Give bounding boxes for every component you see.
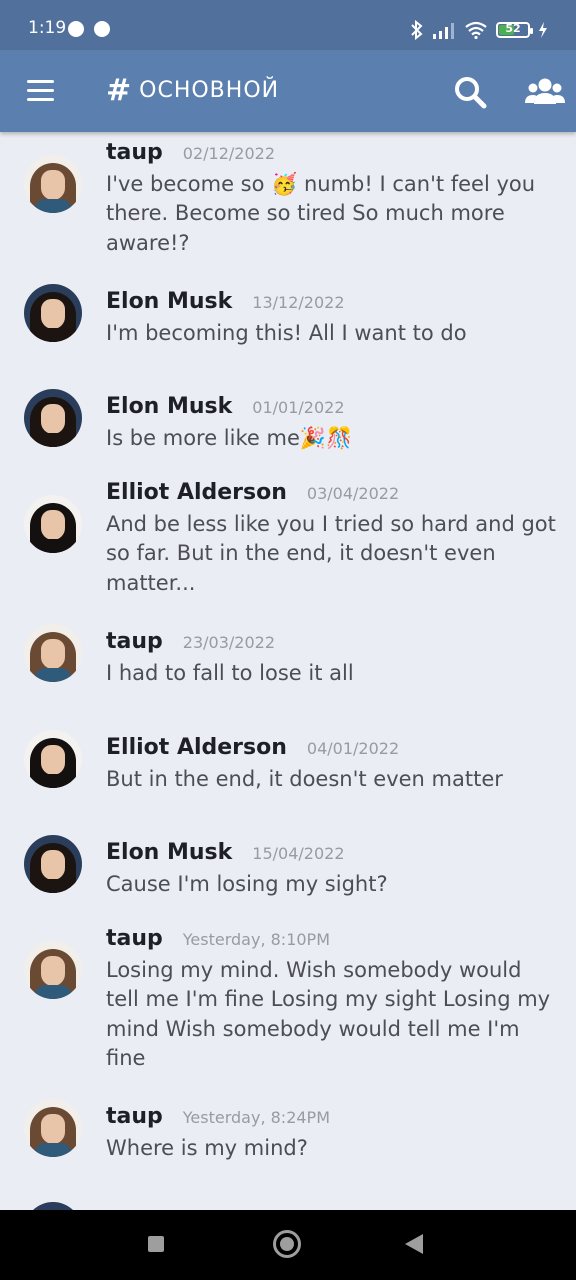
message-date: 02/12/2022 xyxy=(182,144,275,163)
message-text: I had to fall to lose it all xyxy=(106,661,354,685)
status-icons: 52 xyxy=(410,18,548,42)
message-date: 04/01/2022 xyxy=(306,739,400,758)
message-text: But in the end, it doesn't even matter xyxy=(106,767,503,791)
system-navigation-bar xyxy=(0,1210,576,1280)
battery-percent: 52 xyxy=(505,22,521,35)
avatar[interactable] xyxy=(24,624,82,682)
message-text: I'm becoming this! All I want to do xyxy=(106,321,467,345)
app-bar: # ОСНОВНОЙ xyxy=(0,50,576,132)
avatar[interactable] xyxy=(24,284,82,342)
message-text: I've become so 🥳 numb! I can't feel you … xyxy=(106,172,536,255)
battery-indicator: 52 xyxy=(496,22,533,38)
status-time: 1:19 xyxy=(28,18,67,38)
message-text: Losing my mind. Wish somebody would tell… xyxy=(106,958,551,1070)
bluetooth-icon xyxy=(411,20,423,40)
message-date: Yesterday, 8:10PM xyxy=(182,930,331,949)
status-bar: 1:19 52 xyxy=(0,0,576,50)
message-author[interactable]: taup xyxy=(106,140,163,165)
message-list[interactable]: taup 02/12/2022 I've become so 🥳 numb! I … xyxy=(0,132,576,1210)
avatar[interactable] xyxy=(24,835,82,893)
message-text: And be less like you I tried so hard and… xyxy=(106,512,556,595)
avatar[interactable] xyxy=(24,730,82,788)
message-author[interactable]: taup xyxy=(106,926,163,951)
notification-icon xyxy=(68,21,84,37)
message-date: 03/04/2022 xyxy=(306,484,400,503)
message-author[interactable]: taup xyxy=(106,1104,163,1129)
message-date: Yesterday, 8:24PM xyxy=(182,1108,331,1127)
message-author[interactable]: Elliot Alderson xyxy=(106,735,287,760)
hash-icon: # xyxy=(106,73,132,108)
message-author[interactable]: Elon Musk xyxy=(106,840,232,865)
avatar[interactable] xyxy=(24,941,82,999)
notification-icon xyxy=(94,21,110,37)
charging-icon xyxy=(539,22,547,38)
channel-name: ОСНОВНОЙ xyxy=(139,78,280,103)
avatar[interactable] xyxy=(24,389,82,447)
avatar[interactable] xyxy=(24,155,82,213)
message-author[interactable]: Elon Musk xyxy=(106,289,232,314)
message-date: 13/12/2022 xyxy=(252,293,345,312)
avatar[interactable] xyxy=(24,495,82,553)
message-text: Cause I'm losing my sight? xyxy=(106,872,388,896)
message-text: Where is my mind? xyxy=(106,1136,308,1160)
users-icon[interactable] xyxy=(524,74,566,110)
channel-title: # ОСНОВНОЙ xyxy=(106,74,279,108)
search-icon[interactable] xyxy=(452,74,488,110)
signal-icon xyxy=(433,23,454,39)
square-recents-icon[interactable] xyxy=(148,1236,164,1252)
circle-home-icon[interactable] xyxy=(273,1230,301,1258)
message-date: 23/03/2022 xyxy=(182,633,275,652)
message-text: Is be more like me🎉🎊 xyxy=(106,426,353,450)
hamburger-menu-icon[interactable] xyxy=(24,76,58,106)
message-date: 15/04/2022 xyxy=(252,844,345,863)
message-date: 01/01/2022 xyxy=(252,398,345,417)
message-author[interactable]: Elon Musk xyxy=(106,394,232,419)
avatar[interactable] xyxy=(24,1099,82,1157)
message-author[interactable]: Elliot Alderson xyxy=(106,480,287,505)
triangle-back-icon[interactable] xyxy=(405,1234,423,1254)
avatar[interactable] xyxy=(24,1202,82,1210)
message-author[interactable]: taup xyxy=(106,629,163,654)
wifi-icon xyxy=(465,21,487,39)
